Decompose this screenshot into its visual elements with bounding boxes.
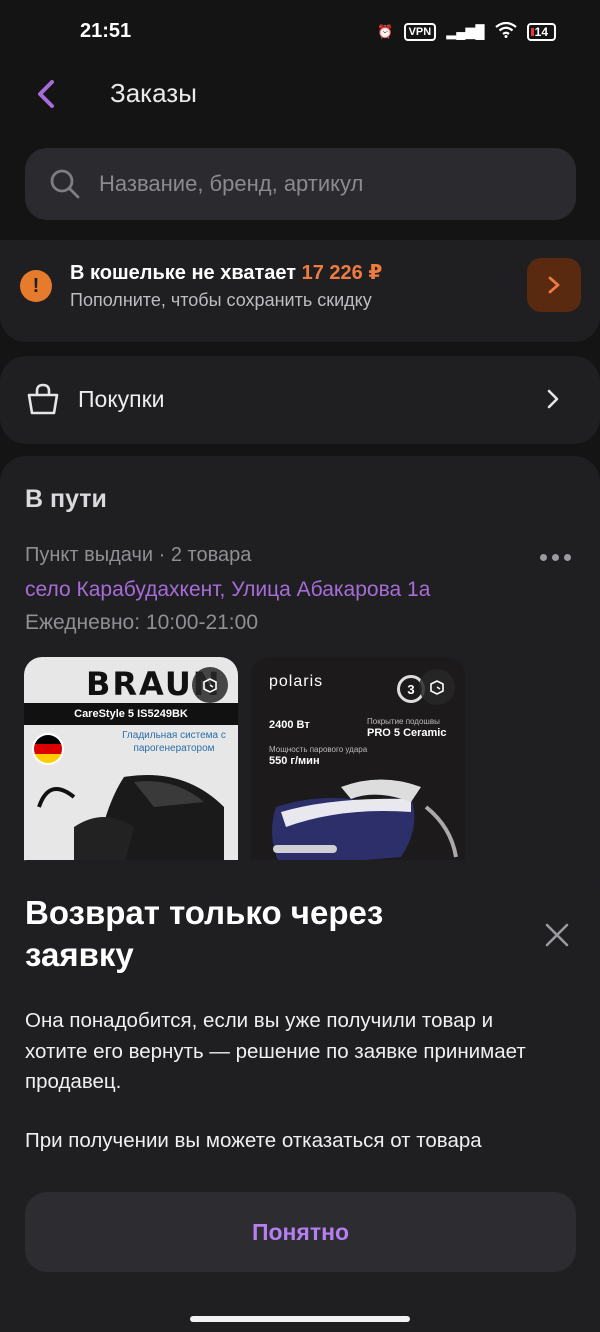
section-title: В пути <box>25 485 107 513</box>
close-icon[interactable] <box>542 920 572 950</box>
back-button[interactable] <box>26 74 66 114</box>
wallet-warning-card[interactable]: ! В кошельке не хватает 17 226 ₽ Пополни… <box>0 240 600 342</box>
product-card-braun[interactable]: BRAUN CareStyle 5 IS5249BK Гладильная си… <box>24 657 238 867</box>
warning-icon: ! <box>20 270 52 302</box>
chevron-right-icon <box>547 389 559 409</box>
coating-label: Покрытие подошвы <box>367 717 440 726</box>
home-indicator[interactable] <box>190 1316 410 1322</box>
page-title: Заказы <box>110 78 197 108</box>
iron-image <box>37 775 224 867</box>
product-brand: polaris <box>269 673 324 690</box>
coating-value: PRO 5 Ceramic <box>367 727 447 739</box>
steam-label: Мощность парового удара <box>269 745 368 754</box>
steam-value: 550 г/мин <box>269 755 320 767</box>
search-placeholder: Название, бренд, артикул <box>99 171 364 196</box>
purchases-label: Покупки <box>78 386 165 412</box>
return-icon <box>419 669 455 705</box>
signal-icon: ▂▄▆█ <box>446 23 485 39</box>
product-caption: Гладильная система с парогенератором <box>122 730 226 754</box>
pickup-hours: Ежедневно: 10:00-21:00 <box>25 611 258 634</box>
search-input[interactable]: Название, бренд, артикул <box>25 148 576 220</box>
status-time: 21:51 <box>80 20 132 42</box>
german-flag-icon <box>32 733 64 765</box>
sheet-body-secondary: При получении вы можете отказаться от то… <box>25 1129 482 1152</box>
product-power: 2400 Вт <box>269 719 310 731</box>
wallet-topup-button[interactable] <box>527 258 581 312</box>
sheet-body: Она понадобится, если вы уже получили то… <box>25 1009 526 1093</box>
chevron-left-icon <box>38 80 54 108</box>
product-model: CareStyle 5 IS5249BK <box>24 703 238 725</box>
battery-indicator: 14 <box>526 22 556 41</box>
wifi-icon <box>494 21 517 41</box>
wallet-amount: 17 226 ₽ <box>301 262 383 284</box>
chevron-right-icon <box>548 276 560 294</box>
wallet-message: В кошельке не хватает 17 226 ₽ <box>70 262 383 284</box>
pickup-address[interactable]: село Карабудахкент, Улица Абакарова 1а <box>25 578 430 602</box>
more-options-icon[interactable] <box>540 554 571 561</box>
vpn-badge: VPN <box>403 22 437 41</box>
wallet-subtitle: Пополните, чтобы сохранить скидку <box>70 290 372 310</box>
search-icon <box>50 169 80 199</box>
iron-image <box>272 779 458 867</box>
shopping-bag-icon <box>27 383 59 415</box>
status-icons: ⏰ VPN ▂▄▆█ 14 <box>377 21 556 41</box>
return-icon <box>192 667 228 703</box>
pickup-info: Пункт выдачи · 2 товара <box>25 544 252 566</box>
purchases-row[interactable]: Покупки <box>0 356 600 444</box>
alarm-icon: ⏰ <box>377 23 394 39</box>
product-card-polaris[interactable]: polaris 3 2400 Вт Покрытие подошвы PRO 5… <box>251 657 465 867</box>
ok-button[interactable]: Понятно <box>25 1192 576 1272</box>
sheet-title: Возврат только через заявку <box>25 894 384 973</box>
